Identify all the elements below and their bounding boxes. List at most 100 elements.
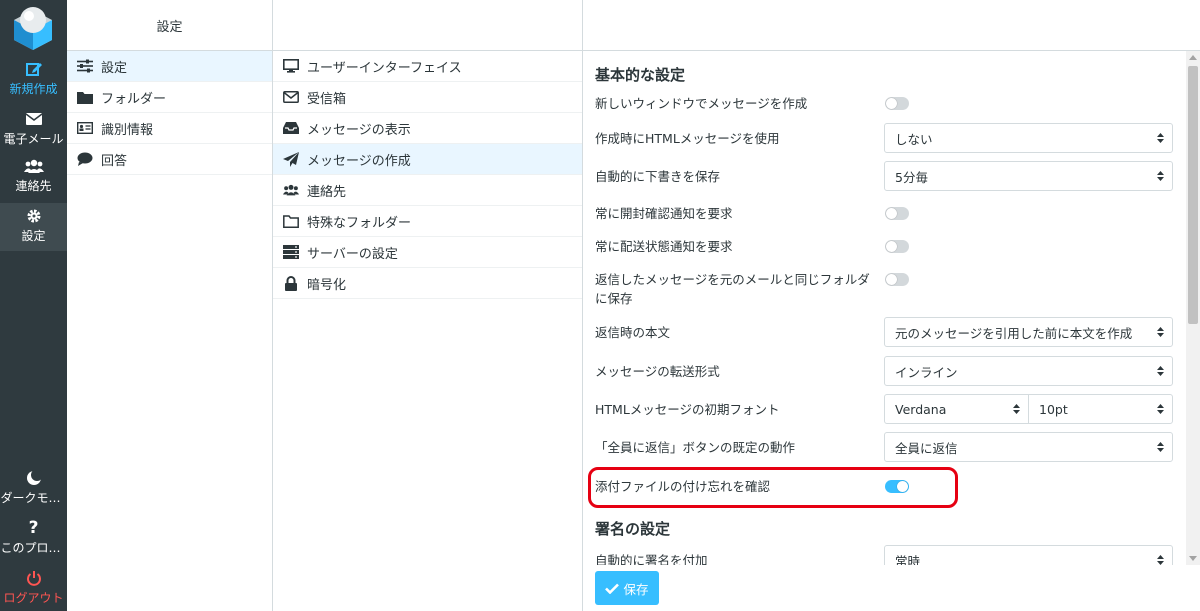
logout-button[interactable]: ログアウト <box>0 565 67 607</box>
gear-icon <box>24 207 44 225</box>
row-mdn: 常に開封確認通知を要求 <box>595 204 1175 224</box>
sort-arrows-icon <box>1157 133 1164 143</box>
select-value: しない <box>895 131 933 147</box>
mdn-toggle[interactable] <box>885 207 909 220</box>
pref-item-server[interactable]: サーバーの設定 <box>273 237 582 268</box>
mail-button[interactable]: 電子メール <box>0 106 67 148</box>
new-window-toggle[interactable] <box>885 97 909 110</box>
pref-item-special-folders[interactable]: 特殊なフォルダー <box>273 206 582 237</box>
row-label: 添付ファイルの付け忘れを確認 <box>595 479 771 494</box>
dsn-toggle[interactable] <box>885 240 909 253</box>
row-label: 常に開封確認通知を要求 <box>595 206 733 221</box>
row-label: 自動的に署名を付加 <box>595 553 708 565</box>
pref-item-addressbook[interactable]: 連絡先 <box>273 175 582 206</box>
select-value: 全員に返信 <box>895 440 958 456</box>
envelope-icon <box>283 90 299 104</box>
lock-icon <box>283 275 299 291</box>
preferences-sections-panel: ユーザーインターフェイス 受信箱 メッセージの表示 メッセージの作成 連絡先 特… <box>273 0 583 611</box>
sort-arrows-icon <box>1157 442 1164 452</box>
panel-title: 設定 <box>67 0 272 51</box>
compose-label: 新規作成 <box>9 82 58 96</box>
forward-select[interactable]: インライン <box>884 356 1173 386</box>
row-label: 新しいウィンドウでメッセージを作成 <box>595 96 808 111</box>
paper-plane-icon <box>283 151 299 167</box>
row-dsn: 常に配送状態通知を要求 <box>595 237 1175 257</box>
users-icon <box>283 183 299 197</box>
html-font-size-select[interactable]: 10pt <box>1028 394 1173 424</box>
section-title-signature: 署名の設定 <box>595 520 671 538</box>
select-value: 常時 <box>895 553 921 566</box>
row-label: 返信時の本文 <box>595 325 671 340</box>
sort-arrows-icon <box>1157 327 1164 337</box>
pref-item-compose[interactable]: メッセージの作成 <box>273 144 582 175</box>
select-value: インライン <box>895 364 958 380</box>
settings-sections-panel: 設定 設定 フォルダー 識別情報 回答 <box>67 0 273 611</box>
compose-button[interactable]: 新規作成 <box>0 56 67 98</box>
select-value: Verdana <box>895 401 947 417</box>
folder-icon <box>77 90 93 104</box>
inbox-icon <box>283 121 299 135</box>
panel-header <box>273 0 582 51</box>
about-button[interactable]: ? このプログ… <box>0 515 67 557</box>
pref-item-user-interface[interactable]: ユーザーインターフェイス <box>273 51 582 82</box>
signature-auto-select[interactable]: 常時 <box>884 545 1173 565</box>
reply-same-folder-toggle[interactable] <box>885 273 909 286</box>
settings-label: 設定 <box>21 229 46 243</box>
users-icon <box>23 157 44 175</box>
server-icon <box>283 245 299 259</box>
section-item-label: 回答 <box>101 153 128 169</box>
reply-all-select[interactable]: 全員に返信 <box>884 432 1173 462</box>
reply-mode-select[interactable]: 元のメッセージを引用した前に本文を作成 <box>884 317 1173 347</box>
html-compose-select[interactable]: しない <box>884 123 1173 153</box>
html-font-select[interactable]: Verdana <box>884 394 1029 424</box>
edit-icon <box>24 60 44 78</box>
row-label: 常に配送状態通知を要求 <box>595 239 733 254</box>
section-item-folders[interactable]: フォルダー <box>67 82 272 113</box>
pref-item-label: ユーザーインターフェイス <box>307 60 462 76</box>
sort-arrows-icon <box>1157 366 1164 376</box>
row-signature-auto: 自動的に署名を付加 常時 <box>595 545 1175 565</box>
select-value: 5分毎 <box>895 169 928 185</box>
attachment-check-toggle[interactable] <box>885 480 909 493</box>
scroll-thumb[interactable] <box>1188 66 1198 324</box>
pref-item-encryption[interactable]: 暗号化 <box>273 268 582 299</box>
preferences-form: 基本的な設定 新しいウィンドウでメッセージを作成 作成時にHTMLメッセージを使… <box>583 0 1200 611</box>
row-label: 自動的に下書きを保存 <box>595 169 721 184</box>
contacts-button[interactable]: 連絡先 <box>0 153 67 195</box>
row-label: メッセージの転送形式 <box>595 364 720 379</box>
folder-outline-icon <box>283 214 299 228</box>
check-icon <box>605 583 620 594</box>
row-reply-mode: 返信時の本文 元のメッセージを引用した前に本文を作成 <box>595 317 1175 349</box>
save-label: 保存 <box>623 581 649 597</box>
select-value: 10pt <box>1039 401 1068 417</box>
select-value: 元のメッセージを引用した前に本文を作成 <box>895 325 1133 341</box>
autosave-select[interactable]: 5分毎 <box>884 161 1173 191</box>
settings-button[interactable]: 設定 <box>0 203 67 251</box>
pref-item-label: 受信箱 <box>307 91 347 107</box>
row-label: 作成時にHTMLメッセージを使用 <box>595 131 780 146</box>
section-item-identities[interactable]: 識別情報 <box>67 113 272 144</box>
pref-item-mailview[interactable]: メッセージの表示 <box>273 113 582 144</box>
pref-item-label: 特殊なフォルダー <box>307 215 412 231</box>
scroll-up-arrow-icon[interactable] <box>1189 55 1197 60</box>
row-label: 返信したメッセージを元のメールと同じフォルダに保存 <box>595 272 870 306</box>
pref-item-label: 暗号化 <box>307 277 347 293</box>
about-label: このプログ… <box>0 541 67 555</box>
logout-label: ログアウト <box>3 591 64 605</box>
form-scrollbar[interactable] <box>1186 51 1200 565</box>
dark-mode-button[interactable]: ダークモー… <box>0 465 67 507</box>
section-title-main: 基本的な設定 <box>595 66 686 84</box>
id-card-icon <box>77 121 93 135</box>
pref-item-mailbox[interactable]: 受信箱 <box>273 82 582 113</box>
section-item-label: 識別情報 <box>101 122 154 138</box>
save-button[interactable]: 保存 <box>595 571 659 605</box>
monitor-icon <box>283 59 299 73</box>
section-item-responses[interactable]: 回答 <box>67 144 272 175</box>
section-item-preferences[interactable]: 設定 <box>67 51 272 82</box>
scroll-down-arrow-icon[interactable] <box>1189 556 1197 561</box>
row-forward: メッセージの転送形式 インライン <box>595 356 1175 388</box>
row-autosave: 自動的に下書きを保存 5分毎 <box>595 161 1175 193</box>
pref-item-label: サーバーの設定 <box>307 246 398 262</box>
row-reply-same-folder: 返信したメッセージを元のメールと同じフォルダに保存 <box>595 270 1175 310</box>
roundcube-logo-icon[interactable] <box>10 4 56 50</box>
